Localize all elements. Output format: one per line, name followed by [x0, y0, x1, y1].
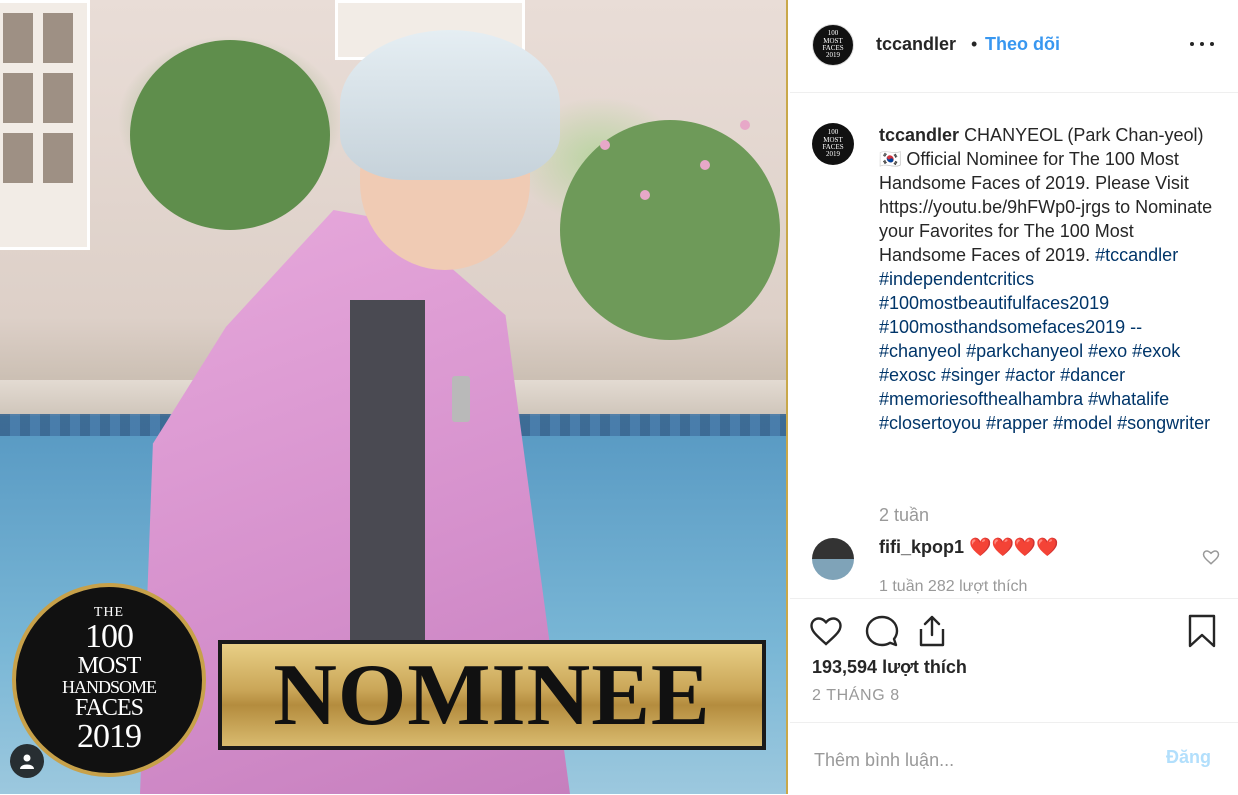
badge-line: MOST	[77, 653, 142, 679]
person-icon[interactable]	[10, 744, 44, 778]
caption-hashtags[interactable]: #tccandler #independentcritics #100mostb…	[879, 245, 1210, 433]
heart-icon[interactable]	[1202, 548, 1220, 566]
add-comment-bar: Đăng	[790, 722, 1238, 795]
avatar[interactable]: 100 MOST FACES 2019	[812, 123, 854, 165]
share-icon[interactable]	[914, 613, 950, 649]
person-hair	[340, 30, 560, 180]
post-caption: tccandler CHANYEOL (Park Chan-yeol) 🇰🇷 O…	[879, 123, 1224, 435]
post-header: 100 MOST FACES 2019 tccandler • Theo dõi	[790, 0, 1238, 93]
caption-text: CHANYEOL (Park Chan-yeol) 🇰🇷 Official No…	[879, 125, 1213, 265]
badge-line: 2019	[77, 718, 142, 755]
badge-line: HANDSOME	[61, 677, 157, 697]
background-window	[0, 0, 90, 250]
flower	[700, 160, 710, 170]
follow-button[interactable]: Theo dõi	[985, 34, 1060, 55]
background-bush	[560, 120, 780, 340]
comments-section[interactable]: 100 MOST FACES 2019 tccandler CHANYEOL (…	[790, 93, 1238, 598]
badge-line: 2019	[826, 51, 840, 60]
caption-username[interactable]: tccandler	[879, 125, 959, 145]
badge-line: 2019	[826, 150, 840, 159]
post-comment-button[interactable]: Đăng	[1166, 747, 1211, 768]
post-panel: 100 MOST FACES 2019 tccandler • Theo dõi…	[790, 0, 1238, 794]
comment-meta: 1 tuần 282 lượt thích	[879, 578, 1028, 595]
comment-text: ❤️❤️❤️❤️	[969, 537, 1059, 557]
header-username[interactable]: tccandler	[876, 34, 956, 55]
caption-time[interactable]: 2 tuần	[879, 505, 929, 526]
comment-icon[interactable]	[864, 613, 900, 649]
comment-input[interactable]	[812, 745, 1146, 775]
badge-line: FACES	[75, 695, 144, 721]
bookmark-icon[interactable]	[1184, 613, 1220, 649]
likes-count[interactable]: 193,594 lượt thích	[812, 657, 967, 678]
flower	[600, 140, 610, 150]
action-bar: 193,594 lượt thích 2 THÁNG 8	[790, 598, 1238, 719]
heart-icon[interactable]	[808, 613, 844, 649]
flower	[640, 190, 650, 200]
post-image[interactable]: THE 100 MOST HANDSOME FACES 2019 NOMINEE	[0, 0, 788, 794]
person-shirt	[350, 300, 425, 640]
background-bush	[130, 40, 330, 230]
badge-line: 100	[85, 618, 134, 655]
comment: fifi_kpop1 ❤️❤️❤️❤️	[879, 537, 1059, 558]
comment-username[interactable]: fifi_kpop1	[879, 537, 964, 557]
post-date[interactable]: 2 THÁNG 8	[812, 687, 900, 705]
more-options-icon[interactable]	[1190, 40, 1214, 48]
avatar[interactable]: 100 MOST FACES 2019	[812, 24, 854, 66]
flower	[740, 120, 750, 130]
award-badge: THE 100 MOST HANDSOME FACES 2019	[12, 583, 206, 777]
brooch	[452, 376, 470, 422]
nominee-plate: NOMINEE	[218, 640, 766, 750]
avatar[interactable]	[812, 538, 854, 580]
separator-dot: •	[971, 34, 978, 54]
